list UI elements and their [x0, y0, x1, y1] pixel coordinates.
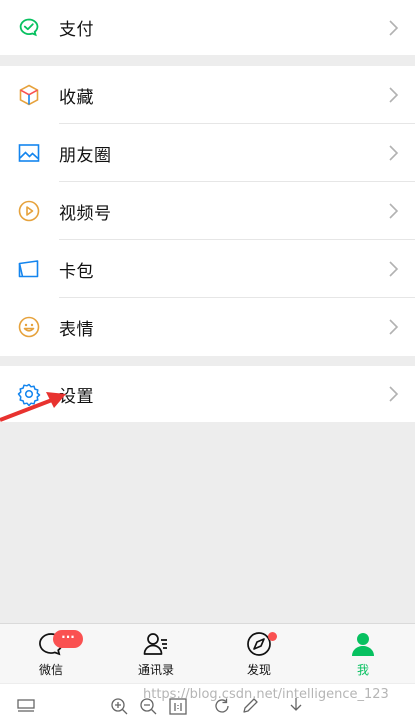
tab-chats[interactable]: ··· 微信 — [11, 630, 91, 680]
tab-contacts-label: 通讯录 — [137, 663, 174, 677]
sticker-smile-icon — [17, 315, 41, 339]
card-wallet-icon — [17, 257, 41, 281]
new-dot-badge — [268, 632, 277, 641]
menu-item-cards-label: 卡包 — [59, 261, 94, 282]
moments-image-icon — [17, 141, 41, 165]
menu-item-cards[interactable]: 卡包 — [0, 240, 415, 298]
pay-group: 支付 — [0, 0, 415, 55]
tab-discover[interactable]: 发现 — [219, 630, 299, 680]
tab-me-label: 我 — [356, 663, 369, 677]
watermark: https://blog.csdn.net/intelligence_123 — [143, 687, 389, 702]
menu-item-pay[interactable]: 支付 — [0, 0, 415, 55]
chevron-right-icon — [387, 318, 399, 336]
chevron-right-icon — [387, 19, 399, 37]
person-icon — [352, 633, 374, 656]
zoom-in-icon[interactable] — [110, 697, 128, 715]
chevron-right-icon — [387, 202, 399, 220]
chevron-right-icon — [387, 385, 399, 403]
channels-play-icon — [17, 199, 41, 223]
menu-item-favorites-label: 收藏 — [59, 87, 94, 108]
menu-item-channels-label: 视频号 — [59, 203, 112, 224]
tab-discover-label: 发现 — [246, 663, 271, 677]
menu-item-stickers[interactable]: 表情 — [0, 298, 415, 356]
favorites-cube-icon — [17, 83, 41, 107]
menu-item-moments-label: 朋友圈 — [59, 145, 112, 166]
chevron-right-icon — [387, 144, 399, 162]
unread-badge: ··· — [53, 630, 83, 648]
tab-contacts[interactable]: 通讯录 — [116, 630, 196, 680]
menu-item-favorites[interactable]: 收藏 — [0, 66, 415, 124]
chevron-right-icon — [387, 260, 399, 278]
thumbnail-icon[interactable] — [17, 697, 35, 715]
menu-item-pay-label: 支付 — [59, 20, 94, 40]
contacts-icon — [143, 633, 167, 655]
tab-bar: ··· 微信 通讯录 发现 我 — [0, 623, 415, 683]
tab-chats-label: 微信 — [38, 663, 63, 677]
menu-item-channels[interactable]: 视频号 — [0, 182, 415, 240]
tab-me[interactable]: 我 — [323, 630, 403, 680]
menu-item-moments[interactable]: 朋友圈 — [0, 124, 415, 182]
menu-item-stickers-label: 表情 — [59, 319, 94, 340]
services-group: 收藏 朋友圈 视频号 卡包 表情 — [0, 66, 415, 356]
pay-icon — [17, 16, 41, 40]
annotation-arrow-icon — [0, 392, 66, 422]
chevron-right-icon — [387, 86, 399, 104]
